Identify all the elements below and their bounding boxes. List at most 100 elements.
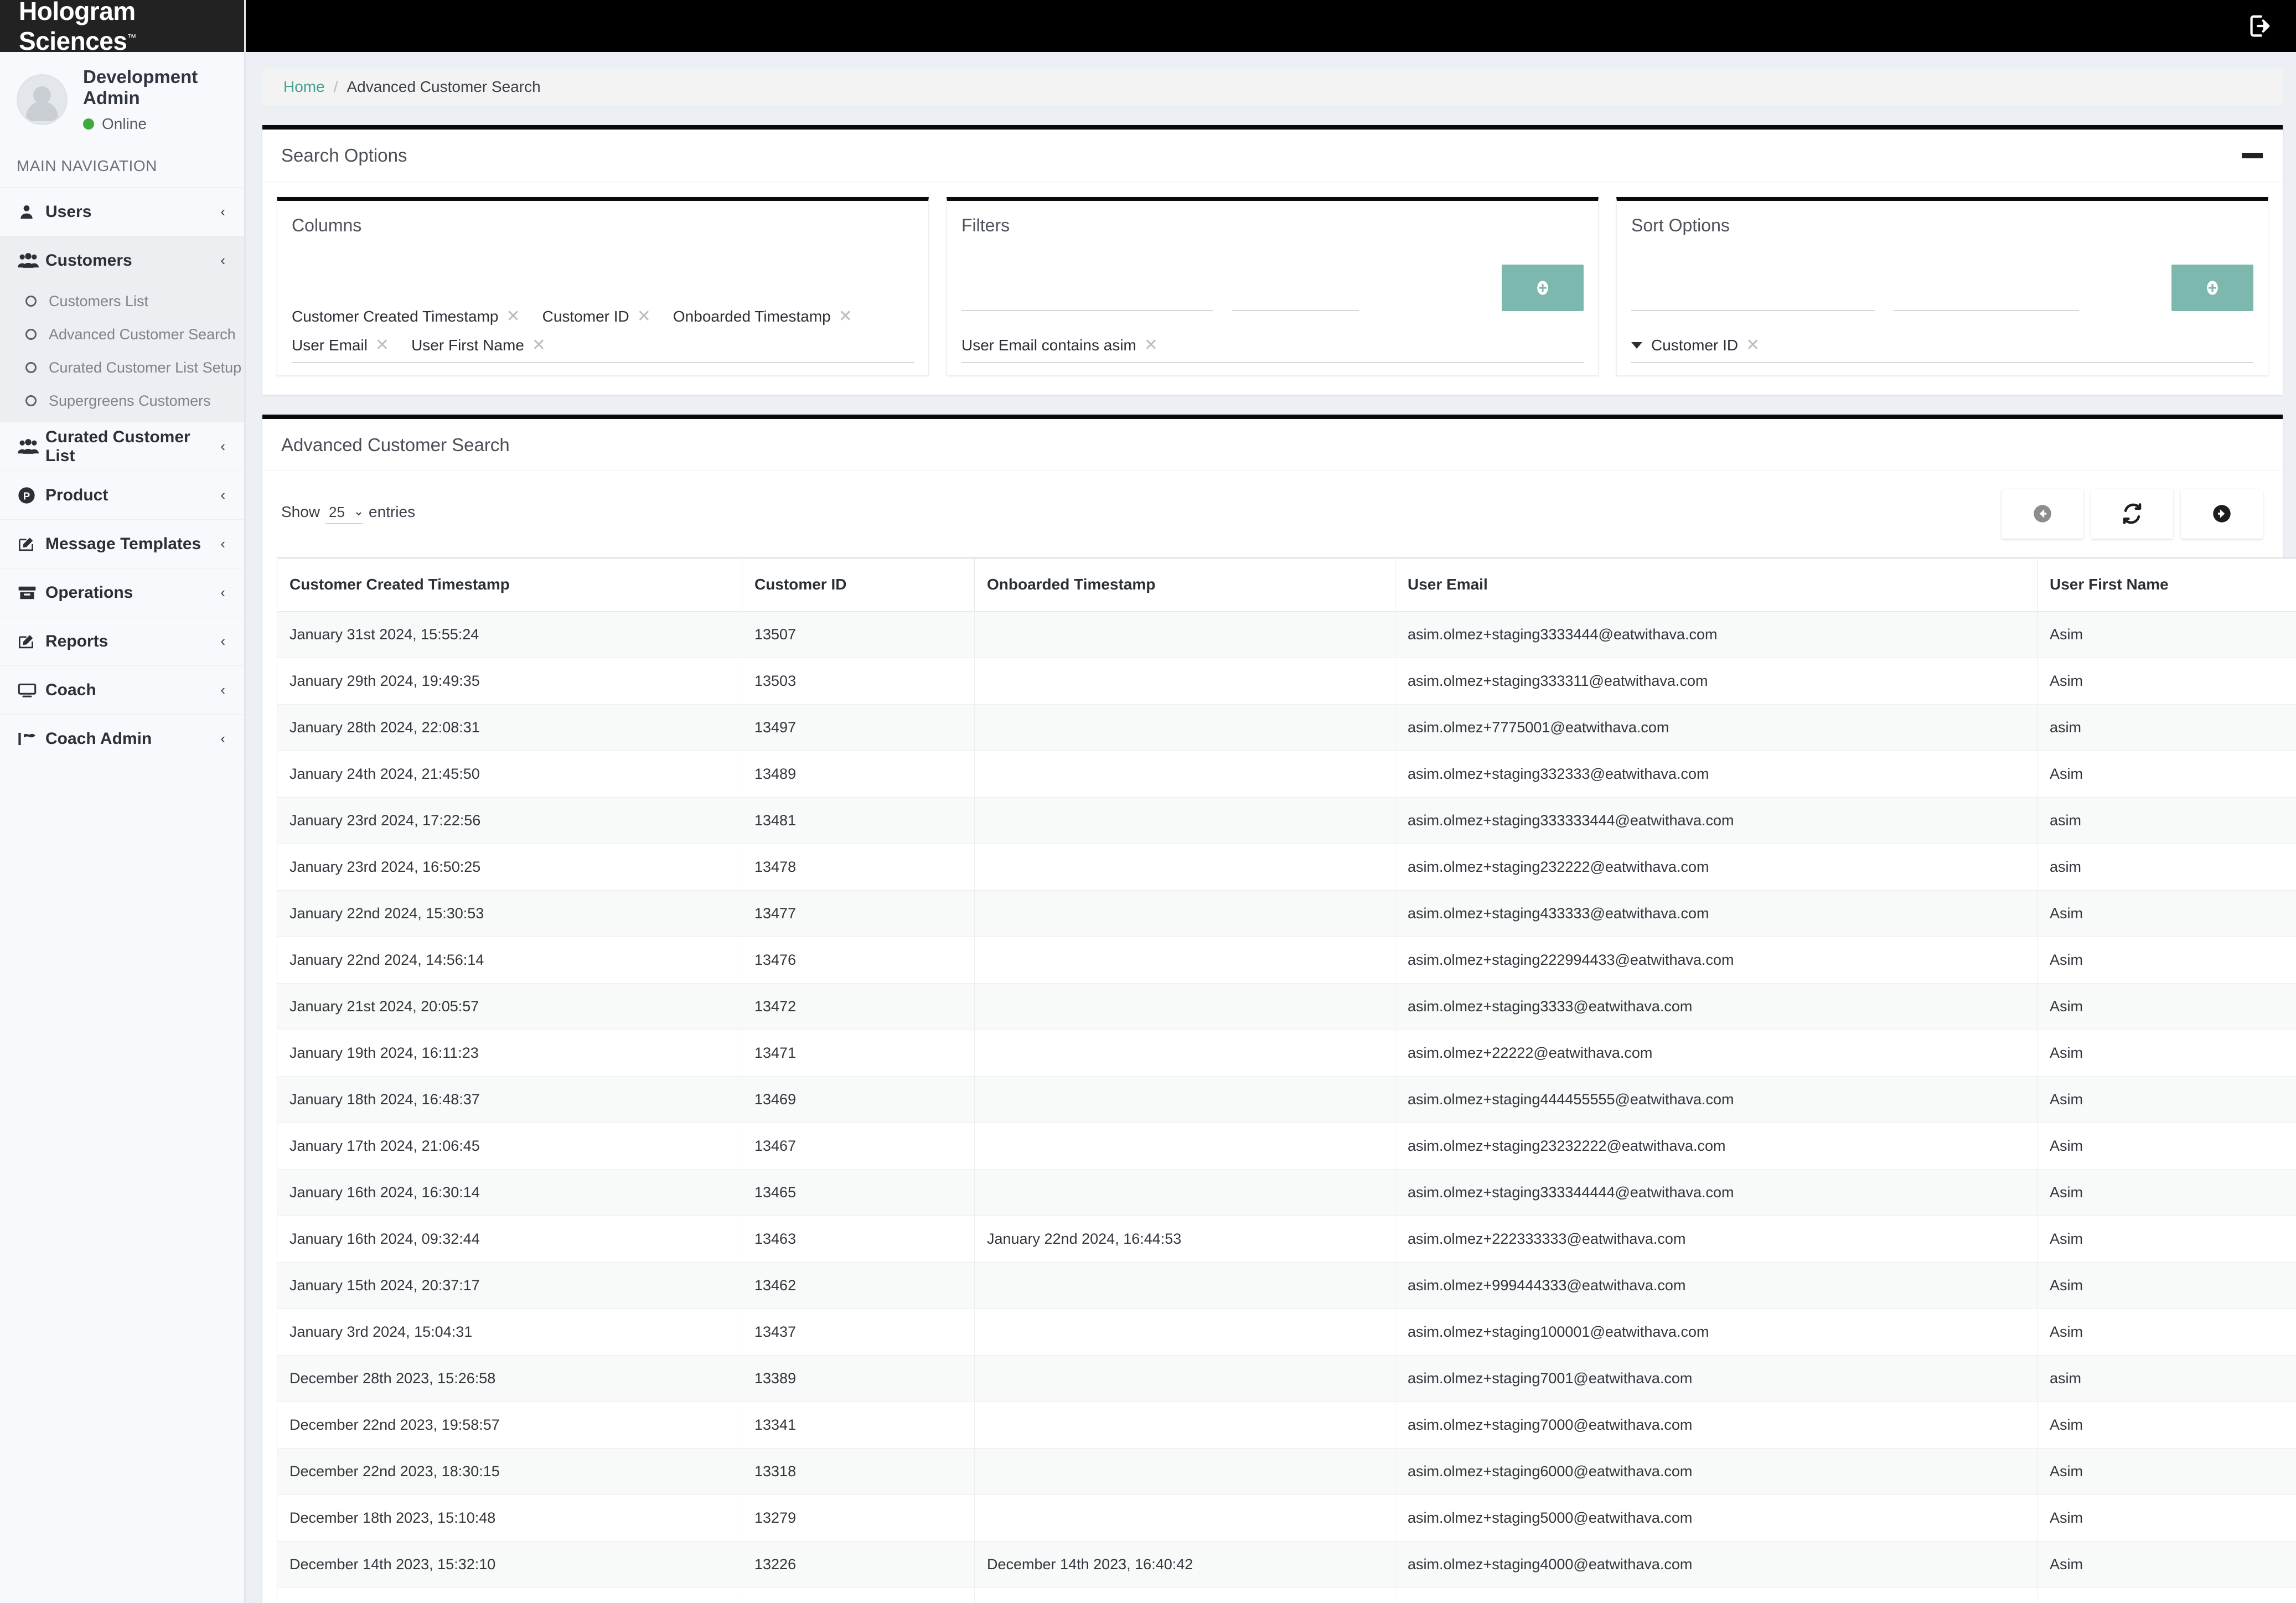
column-header-customer-created-timestamp[interactable]: Customer Created Timestamp xyxy=(277,557,742,612)
results-card: Advanced Customer Search Show 10 25 50 1… xyxy=(262,415,2296,1603)
sidebar-item-curated-customer-list-setup[interactable]: Curated Customer List Setup xyxy=(0,351,244,384)
table-row[interactable]: November 30th 2023, 17:58:4313194Decembe… xyxy=(277,1587,2296,1603)
sort-field-input[interactable] xyxy=(1631,285,1875,311)
sidebar-item-users[interactable]: Users ‹ xyxy=(0,187,244,236)
filter-field-input[interactable] xyxy=(961,285,1213,311)
columns-chip-list: Customer Created Timestamp ✕ Customer ID… xyxy=(292,308,914,363)
entries-per-page-select[interactable]: 10 25 50 100 xyxy=(325,503,364,524)
logout-icon[interactable] xyxy=(2246,13,2272,39)
cell-customer-created-timestamp: January 29th 2024, 19:49:35 xyxy=(277,657,742,705)
table-row[interactable]: January 18th 2024, 16:48:37 13469 asim.olm… xyxy=(277,1075,2296,1123)
sidebar-item-reports[interactable]: Reports ‹ xyxy=(0,617,244,665)
cell-user-email: asim.olmez+22222@eatwithava.com xyxy=(1395,1029,2038,1077)
results-table: Customer Created Timestamp Customer ID O… xyxy=(277,557,2296,1603)
column-chip[interactable]: User Email ✕ xyxy=(292,337,389,354)
table-row[interactable]: January 23rd 2024, 17:22:56 13481 asim.olm… xyxy=(277,797,2296,844)
table-row[interactable]: January 23rd 2024, 16:50:25 13478 asim.olm… xyxy=(277,843,2296,891)
remove-chip-icon[interactable]: ✕ xyxy=(1746,337,1760,354)
column-chip[interactable]: User First Name ✕ xyxy=(411,337,546,354)
table-row[interactable]: January 19th 2024, 16:11:23 13471 asim.olm… xyxy=(277,1029,2296,1077)
search-options-title: Search Options xyxy=(281,144,407,166)
arrow-right-circle-icon xyxy=(2210,502,2233,525)
cell-customer-id: 13467 xyxy=(742,1122,975,1170)
sidebar-item-message-templates[interactable]: Message Templates ‹ xyxy=(0,519,244,568)
breadcrumb-home-link[interactable]: Home xyxy=(283,78,325,96)
cell-customer-created-timestamp: January 19th 2024, 16:11:23 xyxy=(277,1029,742,1077)
table-row[interactable]: December 18th 2023, 15:10:48 13279 asim.ol… xyxy=(277,1494,2296,1542)
table-row[interactable]: January 24th 2024, 21:45:50 13489 asim.olm… xyxy=(277,750,2296,798)
sidebar-item-label: Operations xyxy=(45,583,133,602)
remove-chip-icon[interactable]: ✕ xyxy=(1144,337,1158,354)
sidebar-item-customers[interactable]: Customers ‹ xyxy=(0,236,244,285)
cell-user-email: asim.olmez+staging222994433@eatwithava.c… xyxy=(1395,936,2038,984)
sidebar-item-customers-list[interactable]: Customers List xyxy=(0,285,244,318)
sidebar-item-coach[interactable]: Coach ‹ xyxy=(0,665,244,714)
cell-user-first-name: Asim xyxy=(2037,1261,2296,1309)
sidebar-item-coach-admin[interactable]: Coach Admin ‹ xyxy=(0,714,244,763)
cell-customer-id: 13481 xyxy=(742,797,975,844)
filter-chip[interactable]: User Email contains asim ✕ xyxy=(961,337,1158,354)
sidebar-item-advanced-customer-search[interactable]: Advanced Customer Search xyxy=(0,318,244,351)
archive-box-icon xyxy=(18,585,45,601)
column-chip[interactable]: Customer Created Timestamp ✕ xyxy=(292,308,520,325)
cell-customer-id: 13226 xyxy=(742,1540,975,1588)
table-row[interactable]: January 28th 2024, 22:08:31 13497 asim.olm… xyxy=(277,704,2296,751)
previous-page-button[interactable] xyxy=(2002,489,2083,539)
cell-onboarded-timestamp: December 28th 2023, 15:28:23 xyxy=(974,1587,1395,1603)
add-filter-button[interactable] xyxy=(1502,265,1584,311)
cell-user-first-name: Asim xyxy=(2037,657,2296,705)
column-chip[interactable]: Onboarded Timestamp ✕ xyxy=(673,308,852,325)
remove-chip-icon[interactable]: ✕ xyxy=(375,337,389,354)
minus-icon[interactable] xyxy=(2242,152,2263,158)
cell-user-first-name: Asim xyxy=(2037,1540,2296,1588)
sidebar-item-operations[interactable]: Operations ‹ xyxy=(0,568,244,617)
column-header-user-first-name[interactable]: User First Name xyxy=(2037,557,2296,612)
table-row[interactable]: January 17th 2024, 21:06:45 13467 asim.olm… xyxy=(277,1122,2296,1170)
cell-customer-created-timestamp: November 30th 2023, 17:58:43 xyxy=(277,1587,742,1603)
table-row[interactable]: January 16th 2024, 16:30:14 13465 asim.olm… xyxy=(277,1168,2296,1216)
cell-user-first-name: Asim xyxy=(2037,890,2296,937)
table-row[interactable]: January 15th 2024, 20:37:17 13462 asim.olm… xyxy=(277,1261,2296,1309)
remove-chip-icon[interactable]: ✕ xyxy=(532,337,546,354)
table-row[interactable]: January 22nd 2024, 14:56:14 13476 asim.olm… xyxy=(277,936,2296,984)
table-row[interactable]: January 22nd 2024, 15:30:53 13477 asim.olm… xyxy=(277,890,2296,937)
next-page-button[interactable] xyxy=(2181,489,2263,539)
sidebar-item-curated-customer-list[interactable]: Curated Customer List ‹ xyxy=(0,422,244,470)
table-row[interactable]: January 21st 2024, 20:05:57 13472 asim.olm… xyxy=(277,983,2296,1030)
filter-operator-input[interactable] xyxy=(1231,285,1359,311)
table-row[interactable]: December 14th 2023, 15:32:10 13226 Decembe… xyxy=(277,1540,2296,1588)
table-row[interactable]: January 29th 2024, 19:49:35 13503 asim.olm… xyxy=(277,657,2296,705)
cell-user-first-name: Asim xyxy=(2037,750,2296,798)
cell-user-first-name: Asim xyxy=(2037,1494,2296,1542)
table-header-row: Customer Created Timestamp Customer ID O… xyxy=(277,557,2296,612)
cell-onboarded-timestamp xyxy=(974,983,1395,1030)
cell-user-email: asim.olmez+staging333333444@eatwithava.c… xyxy=(1395,797,2038,844)
remove-chip-icon[interactable]: ✕ xyxy=(506,308,520,325)
brand-logo[interactable]: Hologram Sciences™ xyxy=(0,0,244,55)
chevron-left-icon: ‹ xyxy=(220,633,225,649)
sidebar-item-supergreens-customers[interactable]: Supergreens Customers xyxy=(0,384,244,417)
column-header-onboarded-timestamp[interactable]: Onboarded Timestamp xyxy=(974,557,1395,612)
add-sort-button[interactable] xyxy=(2171,265,2253,311)
sort-chip[interactable]: Customer ID ✕ xyxy=(1631,337,1760,354)
column-chip[interactable]: Customer ID ✕ xyxy=(542,308,651,325)
table-row[interactable]: January 16th 2024, 09:32:44 13463 January … xyxy=(277,1215,2296,1263)
pager-controls xyxy=(2002,489,2263,539)
remove-chip-icon[interactable]: ✕ xyxy=(839,308,852,325)
edit-pencil-icon xyxy=(18,633,45,650)
sidebar-nav: Users ‹ Customers ‹ Customers List Advan… xyxy=(0,187,244,763)
table-row[interactable]: December 22nd 2023, 19:58:57 13341 asim.ol… xyxy=(277,1401,2296,1449)
circle-icon xyxy=(25,395,37,406)
column-header-user-email[interactable]: User Email xyxy=(1395,557,2038,612)
monitor-icon xyxy=(18,682,45,698)
sidebar-item-product[interactable]: P Product ‹ xyxy=(0,470,244,519)
sort-direction-input[interactable] xyxy=(1893,285,2079,311)
table-row[interactable]: January 31st 2024, 15:55:24 13507 asim.olm… xyxy=(277,611,2296,658)
refresh-button[interactable] xyxy=(2091,489,2173,539)
table-row[interactable]: January 3rd 2024, 15:04:31 13437 asim.olme… xyxy=(277,1308,2296,1356)
table-row[interactable]: December 28th 2023, 15:26:58 13389 asim.ol… xyxy=(277,1354,2296,1402)
column-header-customer-id[interactable]: Customer ID xyxy=(742,557,975,612)
table-row[interactable]: December 22nd 2023, 18:30:15 13318 asim.ol… xyxy=(277,1447,2296,1495)
cell-user-email: asim.olmez+staging332333@eatwithava.com xyxy=(1395,750,2038,798)
remove-chip-icon[interactable]: ✕ xyxy=(637,308,651,325)
